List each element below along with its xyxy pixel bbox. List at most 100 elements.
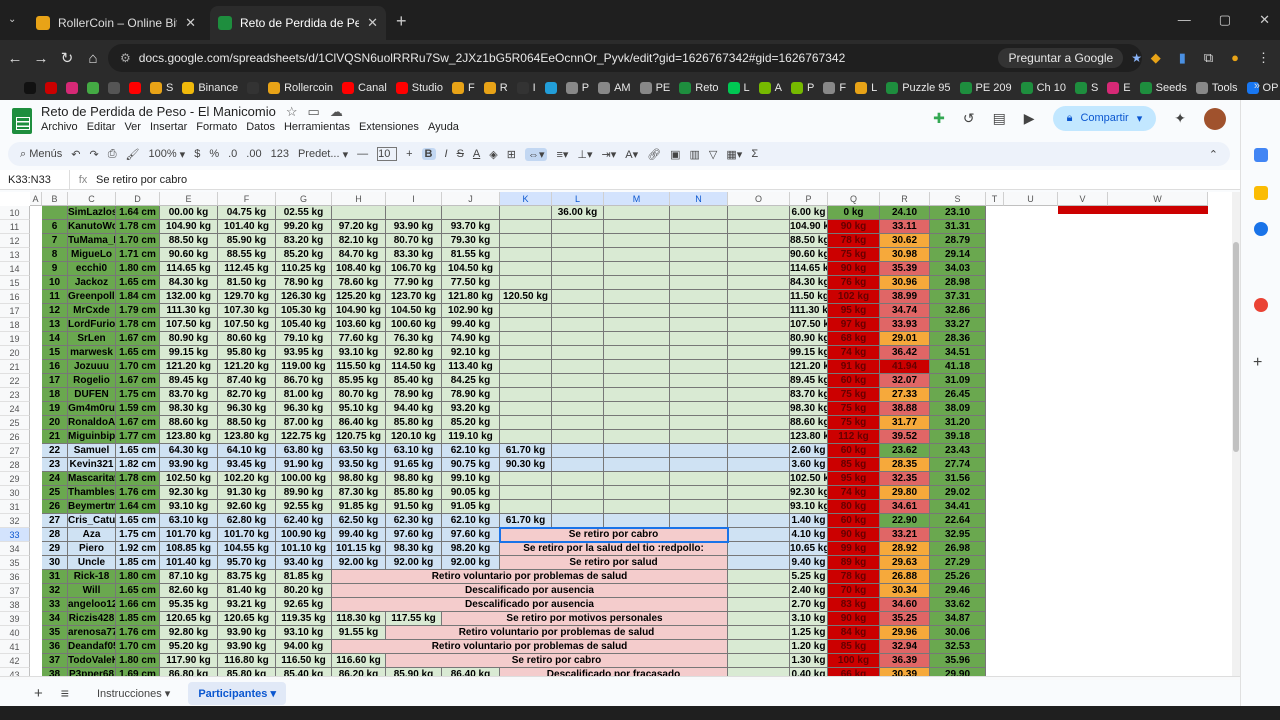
- cell-m[interactable]: [604, 430, 670, 444]
- strikethrough-icon[interactable]: S: [457, 148, 464, 160]
- cell-f[interactable]: 83.75 kg: [218, 570, 276, 584]
- row-number[interactable]: 27: [0, 444, 30, 458]
- cell-c[interactable]: TodoValeKR: [68, 654, 116, 668]
- cell-f[interactable]: 85.80 kg: [218, 668, 276, 676]
- bookmark-item[interactable]: [24, 82, 36, 94]
- cell-g[interactable]: 83.20 kg: [276, 234, 332, 248]
- cell-p[interactable]: 88.50 kg: [790, 234, 828, 248]
- cell-g[interactable]: 96.30 kg: [276, 402, 332, 416]
- collapse-toolbar-icon[interactable]: ⌃: [1209, 148, 1218, 161]
- cell-p[interactable]: 114.65 kg: [790, 262, 828, 276]
- cell-o[interactable]: [728, 626, 790, 640]
- cell-c[interactable]: LordFurious: [68, 318, 116, 332]
- cell-m[interactable]: [604, 318, 670, 332]
- cell-s[interactable]: 26.98: [930, 542, 986, 556]
- cell-l[interactable]: [552, 220, 604, 234]
- gemini-icon[interactable]: ✦: [1174, 110, 1186, 127]
- bookmark-item[interactable]: Binance: [182, 82, 238, 94]
- row-number[interactable]: 24: [0, 402, 30, 416]
- cell-h[interactable]: 77.60 kg: [332, 332, 386, 346]
- meet-icon[interactable]: ▶: [1024, 110, 1035, 127]
- cell-i[interactable]: 76.30 kg: [386, 332, 442, 346]
- cell-k[interactable]: [500, 248, 552, 262]
- cell-r[interactable]: 23.62: [880, 444, 930, 458]
- cell-n[interactable]: [670, 402, 728, 416]
- cell-c[interactable]: Greenpollo: [68, 290, 116, 304]
- column-header-i[interactable]: I: [386, 192, 442, 206]
- cell-g[interactable]: 93.40 kg: [276, 556, 332, 570]
- cell-e[interactable]: 108.85 kg: [160, 542, 218, 556]
- cell-o[interactable]: [728, 668, 790, 676]
- cell-s[interactable]: 25.26: [930, 570, 986, 584]
- column-header-t[interactable]: T: [986, 192, 1004, 206]
- cell-f[interactable]: 107.50 kg: [218, 318, 276, 332]
- cell-l[interactable]: [552, 402, 604, 416]
- cell-b[interactable]: 10: [42, 276, 68, 290]
- cell-f[interactable]: 85.90 kg: [218, 234, 276, 248]
- cell-e[interactable]: 90.60 kg: [160, 248, 218, 262]
- cell-b[interactable]: 8: [42, 248, 68, 262]
- insert-link-icon[interactable]: 🔗︎: [647, 148, 661, 161]
- borders-icon[interactable]: ⊞: [507, 148, 516, 161]
- cell-s[interactable]: 29.90: [930, 668, 986, 676]
- cell-l[interactable]: [552, 374, 604, 388]
- cell-h[interactable]: 85.95 kg: [332, 374, 386, 388]
- cell-r[interactable]: 31.77: [880, 416, 930, 430]
- cell-k[interactable]: [500, 318, 552, 332]
- cell-d[interactable]: 1.78 cm: [116, 220, 160, 234]
- cell-o[interactable]: [728, 416, 790, 430]
- cell-r[interactable]: 28.35: [880, 458, 930, 472]
- cell-c[interactable]: Gm4m0ru: [68, 402, 116, 416]
- row-number[interactable]: 30: [0, 486, 30, 500]
- cell-r[interactable]: 26.88: [880, 570, 930, 584]
- cell-h[interactable]: 98.80 kg: [332, 472, 386, 486]
- merged-status-cell[interactable]: Se retiro por la salud del tio :redpollo…: [500, 542, 728, 556]
- cell-s[interactable]: 29.02: [930, 486, 986, 500]
- cell-c[interactable]: RonaldoA: [68, 416, 116, 430]
- cell-e[interactable]: 120.65 kg: [160, 612, 218, 626]
- cell-s[interactable]: 34.03: [930, 262, 986, 276]
- cell-p[interactable]: 102.50 kg: [790, 472, 828, 486]
- cell-o[interactable]: [728, 542, 790, 556]
- column-header-a[interactable]: A: [30, 192, 42, 206]
- cell-r[interactable]: 36.42: [880, 346, 930, 360]
- row-number[interactable]: 25: [0, 416, 30, 430]
- menu-archivo[interactable]: Archivo: [41, 121, 78, 133]
- horizontal-align-icon[interactable]: ≡▾: [556, 148, 568, 161]
- cell-g[interactable]: 105.30 kg: [276, 304, 332, 318]
- cell-d[interactable]: 1.75 cm: [116, 528, 160, 542]
- cell-q[interactable]: 85 kg: [828, 458, 880, 472]
- cell-j[interactable]: 91.05 kg: [442, 500, 500, 514]
- cell-g[interactable]: 78.90 kg: [276, 276, 332, 290]
- cell-i[interactable]: 117.55 kg: [386, 612, 442, 626]
- cell-f[interactable]: 112.45 kg: [218, 262, 276, 276]
- cell-i[interactable]: 85.90 kg: [386, 668, 442, 676]
- column-header-g[interactable]: G: [276, 192, 332, 206]
- cell-r[interactable]: 34.61: [880, 500, 930, 514]
- cell-c[interactable]: Will: [68, 584, 116, 598]
- cell-d[interactable]: 1.78 cm: [116, 318, 160, 332]
- cell-l[interactable]: [552, 500, 604, 514]
- cell-g[interactable]: 92.65 kg: [276, 598, 332, 612]
- row-number[interactable]: 41: [0, 640, 30, 654]
- cell-k[interactable]: [500, 332, 552, 346]
- cell-h[interactable]: 120.75 kg: [332, 430, 386, 444]
- cell-c[interactable]: arenosa777: [68, 626, 116, 640]
- cell-j[interactable]: 99.40 kg: [442, 318, 500, 332]
- cell-d[interactable]: 1.70 cm: [116, 360, 160, 374]
- row-number[interactable]: 40: [0, 626, 30, 640]
- cell-r[interactable]: 32.07: [880, 374, 930, 388]
- cell-m[interactable]: [604, 234, 670, 248]
- row-number[interactable]: 13: [0, 248, 30, 262]
- cell-f[interactable]: 82.70 kg: [218, 388, 276, 402]
- cell-j[interactable]: 77.50 kg: [442, 276, 500, 290]
- cell-c[interactable]: Mascarita9126: [68, 472, 116, 486]
- row-number[interactable]: 36: [0, 570, 30, 584]
- cell-j[interactable]: 99.10 kg: [442, 472, 500, 486]
- forward-icon[interactable]: →: [28, 50, 54, 67]
- cell-d[interactable]: 1.76 cm: [116, 626, 160, 640]
- cell-o[interactable]: [728, 584, 790, 598]
- column-header-k[interactable]: K: [500, 192, 552, 206]
- cell-b[interactable]: 20: [42, 416, 68, 430]
- cell-h[interactable]: 86.20 kg: [332, 668, 386, 676]
